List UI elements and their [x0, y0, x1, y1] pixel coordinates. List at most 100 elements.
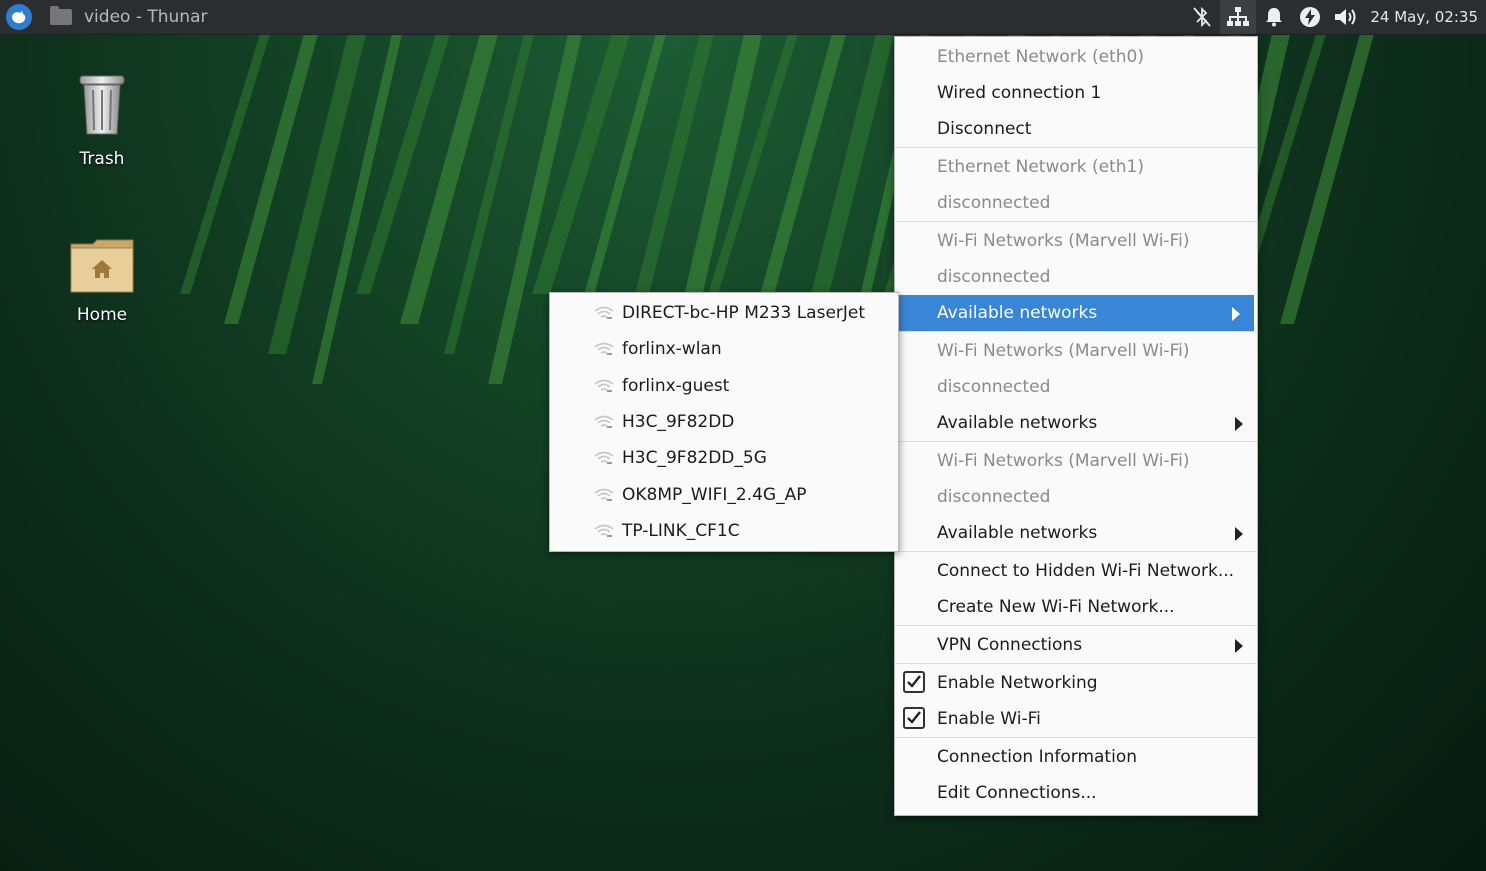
menu-item-label: Ethernet Network (eth1) — [937, 157, 1144, 177]
home-folder-icon — [70, 239, 134, 293]
menu-item-enable-networking[interactable]: Enable Networking — [895, 665, 1257, 701]
wallpaper-stripe — [1280, 34, 1374, 324]
menu-header-wifi-3: Wi-Fi Networks (Marvell Wi-Fi) — [895, 443, 1257, 479]
menu-item-vpn-connections[interactable]: VPN Connections — [895, 627, 1257, 663]
menu-separator — [895, 737, 1257, 738]
menu-item-label: Wi-Fi Networks (Marvell Wi-Fi) — [937, 451, 1190, 471]
menu-item-available-networks-1[interactable]: Available networks — [898, 295, 1254, 331]
menu-item-label: Wired connection 1 — [937, 83, 1102, 103]
wifi-signal-icon — [594, 524, 614, 537]
menu-item-label: disconnected — [937, 377, 1051, 397]
network-icon[interactable] — [1220, 0, 1257, 34]
wifi-network-label: DIRECT-bc-HP M233 LaserJet — [622, 303, 866, 323]
wifi-signal-icon — [594, 415, 614, 428]
wifi-signal-icon — [594, 306, 614, 319]
menu-item-available-networks-3[interactable]: Available networks — [895, 515, 1257, 551]
wifi-network-item[interactable]: TP-LINK_CF1C — [550, 513, 898, 549]
taskbar-window-button[interactable]: video - Thunar — [50, 0, 208, 34]
wallpaper-stripe — [444, 34, 534, 354]
wifi-network-label: forlinx-guest — [622, 375, 730, 396]
menu-item-connection-information[interactable]: Connection Information — [895, 739, 1257, 775]
wifi-network-item[interactable]: H3C_9F82DD_5G — [550, 440, 898, 476]
wifi-network-label: forlinx-wlan — [622, 339, 722, 360]
menu-item-disconnect[interactable]: Disconnect — [895, 111, 1257, 147]
menu-separator — [895, 551, 1257, 552]
xfce-menu-icon[interactable] — [6, 4, 32, 30]
network-menu: Ethernet Network (eth0) Wired connection … — [894, 36, 1258, 816]
submenu-arrow-icon — [1232, 307, 1240, 321]
taskbar: video - Thunar 24 May, 02:35 — [0, 0, 1486, 35]
menu-header-wifi-2: Wi-Fi Networks (Marvell Wi-Fi) — [895, 333, 1257, 369]
menu-separator — [895, 331, 1257, 332]
menu-separator — [895, 625, 1257, 626]
system-tray: 24 May, 02:35 — [1184, 0, 1486, 34]
menu-item-label: Disconnect — [937, 119, 1032, 139]
menu-header-eth0: Ethernet Network (eth0) — [895, 39, 1257, 75]
clock[interactable]: 24 May, 02:35 — [1364, 8, 1486, 26]
desktop-icon-trash[interactable]: Trash — [47, 72, 157, 169]
menu-item-label: disconnected — [937, 193, 1051, 213]
window-title: video - Thunar — [84, 7, 208, 27]
wifi-signal-icon — [594, 379, 614, 392]
wallpaper-stripe — [400, 34, 498, 324]
menu-item-connect-hidden-wifi[interactable]: Connect to Hidden Wi-Fi Network... — [895, 553, 1257, 589]
wifi-network-item[interactable]: OK8MP_WIFI_2.4G_AP — [550, 477, 898, 513]
menu-separator — [895, 147, 1257, 148]
submenu-arrow-icon — [1235, 417, 1243, 431]
menu-status-wifi-2: disconnected — [895, 369, 1257, 405]
menu-header-eth1: Ethernet Network (eth1) — [895, 149, 1257, 185]
menu-status-eth1: disconnected — [895, 185, 1257, 221]
submenu-arrow-icon — [1235, 527, 1243, 541]
wifi-network-label: H3C_9F82DD — [622, 411, 735, 432]
submenu-arrow-icon — [1235, 639, 1243, 653]
menu-item-label: Wi-Fi Networks (Marvell Wi-Fi) — [937, 231, 1190, 251]
menu-item-create-wifi[interactable]: Create New Wi-Fi Network... — [895, 589, 1257, 625]
menu-item-label: VPN Connections — [937, 635, 1083, 655]
wifi-network-label: TP-LINK_CF1C — [622, 520, 740, 541]
menu-separator — [895, 663, 1257, 664]
wifi-signal-icon — [594, 451, 614, 465]
wallpaper-stripe — [268, 34, 366, 354]
menu-item-label: Connection Information — [937, 747, 1137, 767]
menu-separator — [895, 441, 1257, 442]
checkbox-checked-icon[interactable] — [903, 671, 925, 693]
menu-item-label: Create New Wi-Fi Network... — [937, 597, 1175, 617]
wifi-network-item[interactable]: DIRECT-bc-HP M233 LaserJet — [550, 295, 898, 331]
menu-item-label: Available networks — [937, 303, 1098, 323]
menu-item-label: Available networks — [937, 413, 1098, 433]
volume-icon[interactable] — [1328, 0, 1364, 34]
power-icon[interactable] — [1292, 0, 1328, 34]
folder-icon — [50, 6, 72, 25]
menu-item-wired-connection-1[interactable]: Wired connection 1 — [895, 75, 1257, 111]
desktop-icon-home[interactable]: Home — [47, 236, 157, 325]
menu-item-label: Available networks — [937, 523, 1098, 543]
menu-item-edit-connections[interactable]: Edit Connections... — [895, 775, 1257, 811]
menu-item-label: disconnected — [937, 487, 1051, 507]
menu-item-label: disconnected — [937, 267, 1051, 287]
menu-item-label: Connect to Hidden Wi-Fi Network... — [937, 561, 1235, 581]
bluetooth-off-icon[interactable] — [1184, 0, 1220, 34]
menu-item-label: Enable Wi-Fi — [937, 709, 1041, 729]
menu-item-enable-wifi[interactable]: Enable Wi-Fi — [895, 701, 1257, 737]
wallpaper-stripe — [576, 34, 666, 324]
available-networks-submenu: DIRECT-bc-HP M233 LaserJet forlinx-wlan fo… — [549, 292, 899, 552]
wifi-signal-icon — [594, 488, 614, 501]
menu-item-available-networks-2[interactable]: Available networks — [895, 405, 1257, 441]
notification-bell-icon[interactable] — [1256, 0, 1292, 34]
menu-status-wifi-3: disconnected — [895, 479, 1257, 515]
checkbox-checked-icon[interactable] — [903, 707, 925, 729]
desktop-icon-label: Trash — [79, 149, 125, 169]
wifi-network-item[interactable]: forlinx-guest — [550, 368, 898, 404]
wifi-network-item[interactable]: forlinx-wlan — [550, 331, 898, 367]
menu-item-label: Enable Networking — [937, 673, 1098, 693]
menu-item-label: Edit Connections... — [937, 783, 1097, 803]
wifi-network-label: OK8MP_WIFI_2.4G_AP — [622, 484, 807, 505]
menu-item-label: Ethernet Network (eth0) — [937, 47, 1144, 67]
menu-status-wifi-1: disconnected — [895, 259, 1257, 295]
menu-separator — [895, 221, 1257, 222]
wifi-signal-icon — [594, 343, 614, 356]
menu-header-wifi-1: Wi-Fi Networks (Marvell Wi-Fi) — [895, 223, 1257, 259]
desktop-icon-label: Home — [76, 305, 128, 325]
wifi-network-label: H3C_9F82DD_5G — [622, 448, 767, 469]
wifi-network-item[interactable]: H3C_9F82DD — [550, 404, 898, 440]
